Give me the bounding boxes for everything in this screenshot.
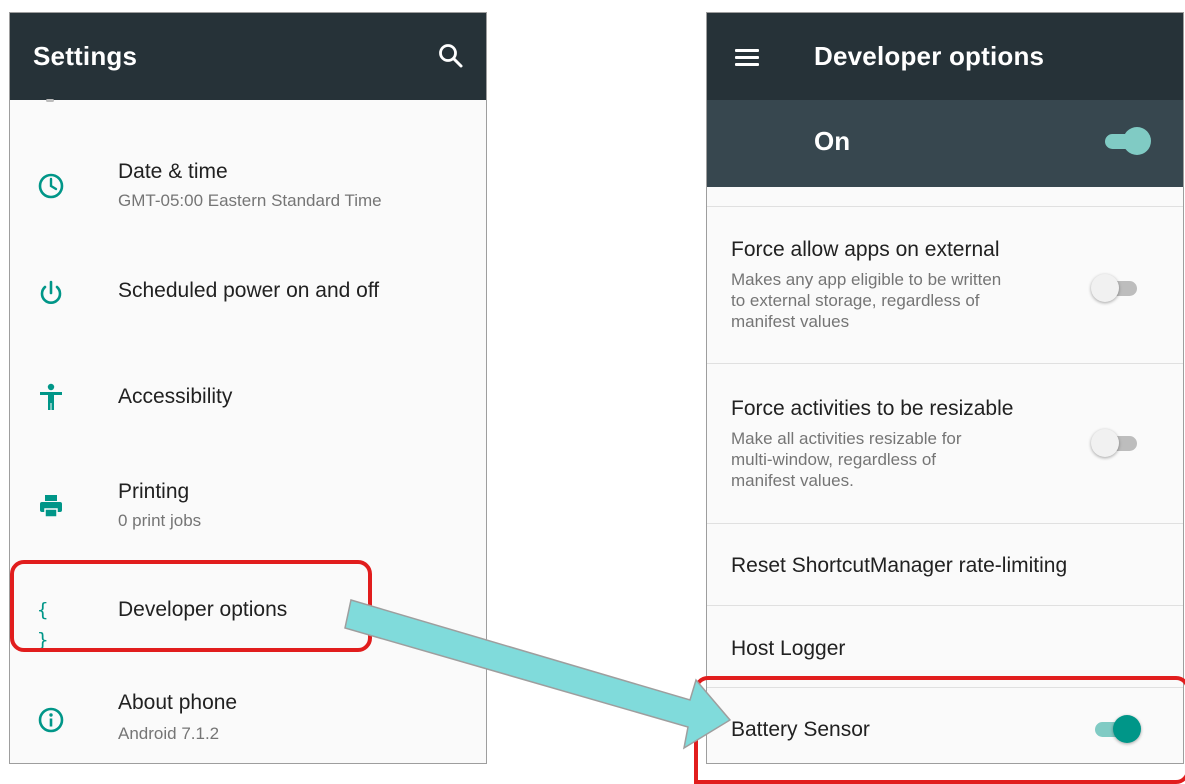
toggle-thumb [1113,715,1141,743]
item-title: Date & time [118,160,228,183]
item-title: Printing [118,480,190,503]
setting-battery-sensor[interactable]: Battery Sensor [707,687,1183,763]
master-switch-bar[interactable]: On [707,100,1183,187]
item-title: Battery Sensor [731,718,870,741]
setting-force-allow-external[interactable]: Force allow apps on external Makes any a… [707,206,1183,364]
force-external-toggle[interactable] [1091,273,1141,303]
developer-options-screen: Developer options On Force allow apps on… [706,12,1184,764]
item-title: Reset ShortcutManager rate-limiting [731,554,1068,577]
item-title: About phone [118,691,238,714]
setting-reset-shortcutmanager[interactable]: Reset ShortcutManager rate-limiting [707,523,1183,606]
item-title: Host Logger [731,637,846,660]
settings-app-bar: Settings [10,13,486,100]
setting-force-resizable[interactable]: Force activities to be resizable Make al… [707,363,1183,524]
search-icon[interactable] [438,43,464,69]
printer-icon [36,491,66,521]
page-title: Settings [33,41,138,71]
item-title: Scheduled power on and off [118,279,380,302]
settings-item-date-time[interactable]: Date & time GMT-05:00 Eastern Standard T… [10,149,486,249]
braces-icon: { } [37,599,49,651]
item-title: Force activities to be resizable [731,397,1014,420]
scroll-remnant [46,99,54,102]
item-subtitle: 0 print jobs [118,511,202,530]
master-switch-label: On [814,126,851,156]
clock-icon [36,171,66,201]
toggle-thumb [1123,127,1151,155]
toggle-thumb [1091,429,1119,457]
power-icon [36,278,66,308]
settings-screen: Settings Date & time GMT-05:00 Eastern S… [9,12,487,764]
item-subtitle: Makes any app eligible to be written to … [731,270,1002,331]
item-title: Developer options [118,598,288,621]
battery-sensor-toggle[interactable] [1091,714,1141,744]
settings-item-about-phone[interactable]: About phone Android 7.1.2 [10,679,486,763]
item-title: Force allow apps on external [731,238,1000,261]
settings-item-scheduled-power[interactable]: Scheduled power on and off [10,249,486,339]
page-title: Developer options [814,41,1045,71]
menu-icon[interactable] [735,49,759,67]
settings-item-printing[interactable]: Printing 0 print jobs [10,449,486,554]
item-subtitle: GMT-05:00 Eastern Standard Time [118,191,382,210]
info-icon [36,705,66,735]
accessibility-icon [36,382,66,412]
force-resizable-toggle[interactable] [1091,428,1141,458]
developer-app-bar: Developer options [707,13,1183,100]
toggle-thumb [1091,274,1119,302]
item-subtitle: Android 7.1.2 [118,724,220,743]
master-toggle[interactable] [1101,126,1151,156]
settings-item-accessibility[interactable]: Accessibility [10,339,486,449]
setting-host-logger[interactable]: Host Logger [707,605,1183,688]
item-subtitle: Make all activities resizable for multi-… [731,429,962,490]
item-title: Accessibility [118,385,233,408]
settings-item-developer-options[interactable]: { } Developer options [10,569,486,655]
